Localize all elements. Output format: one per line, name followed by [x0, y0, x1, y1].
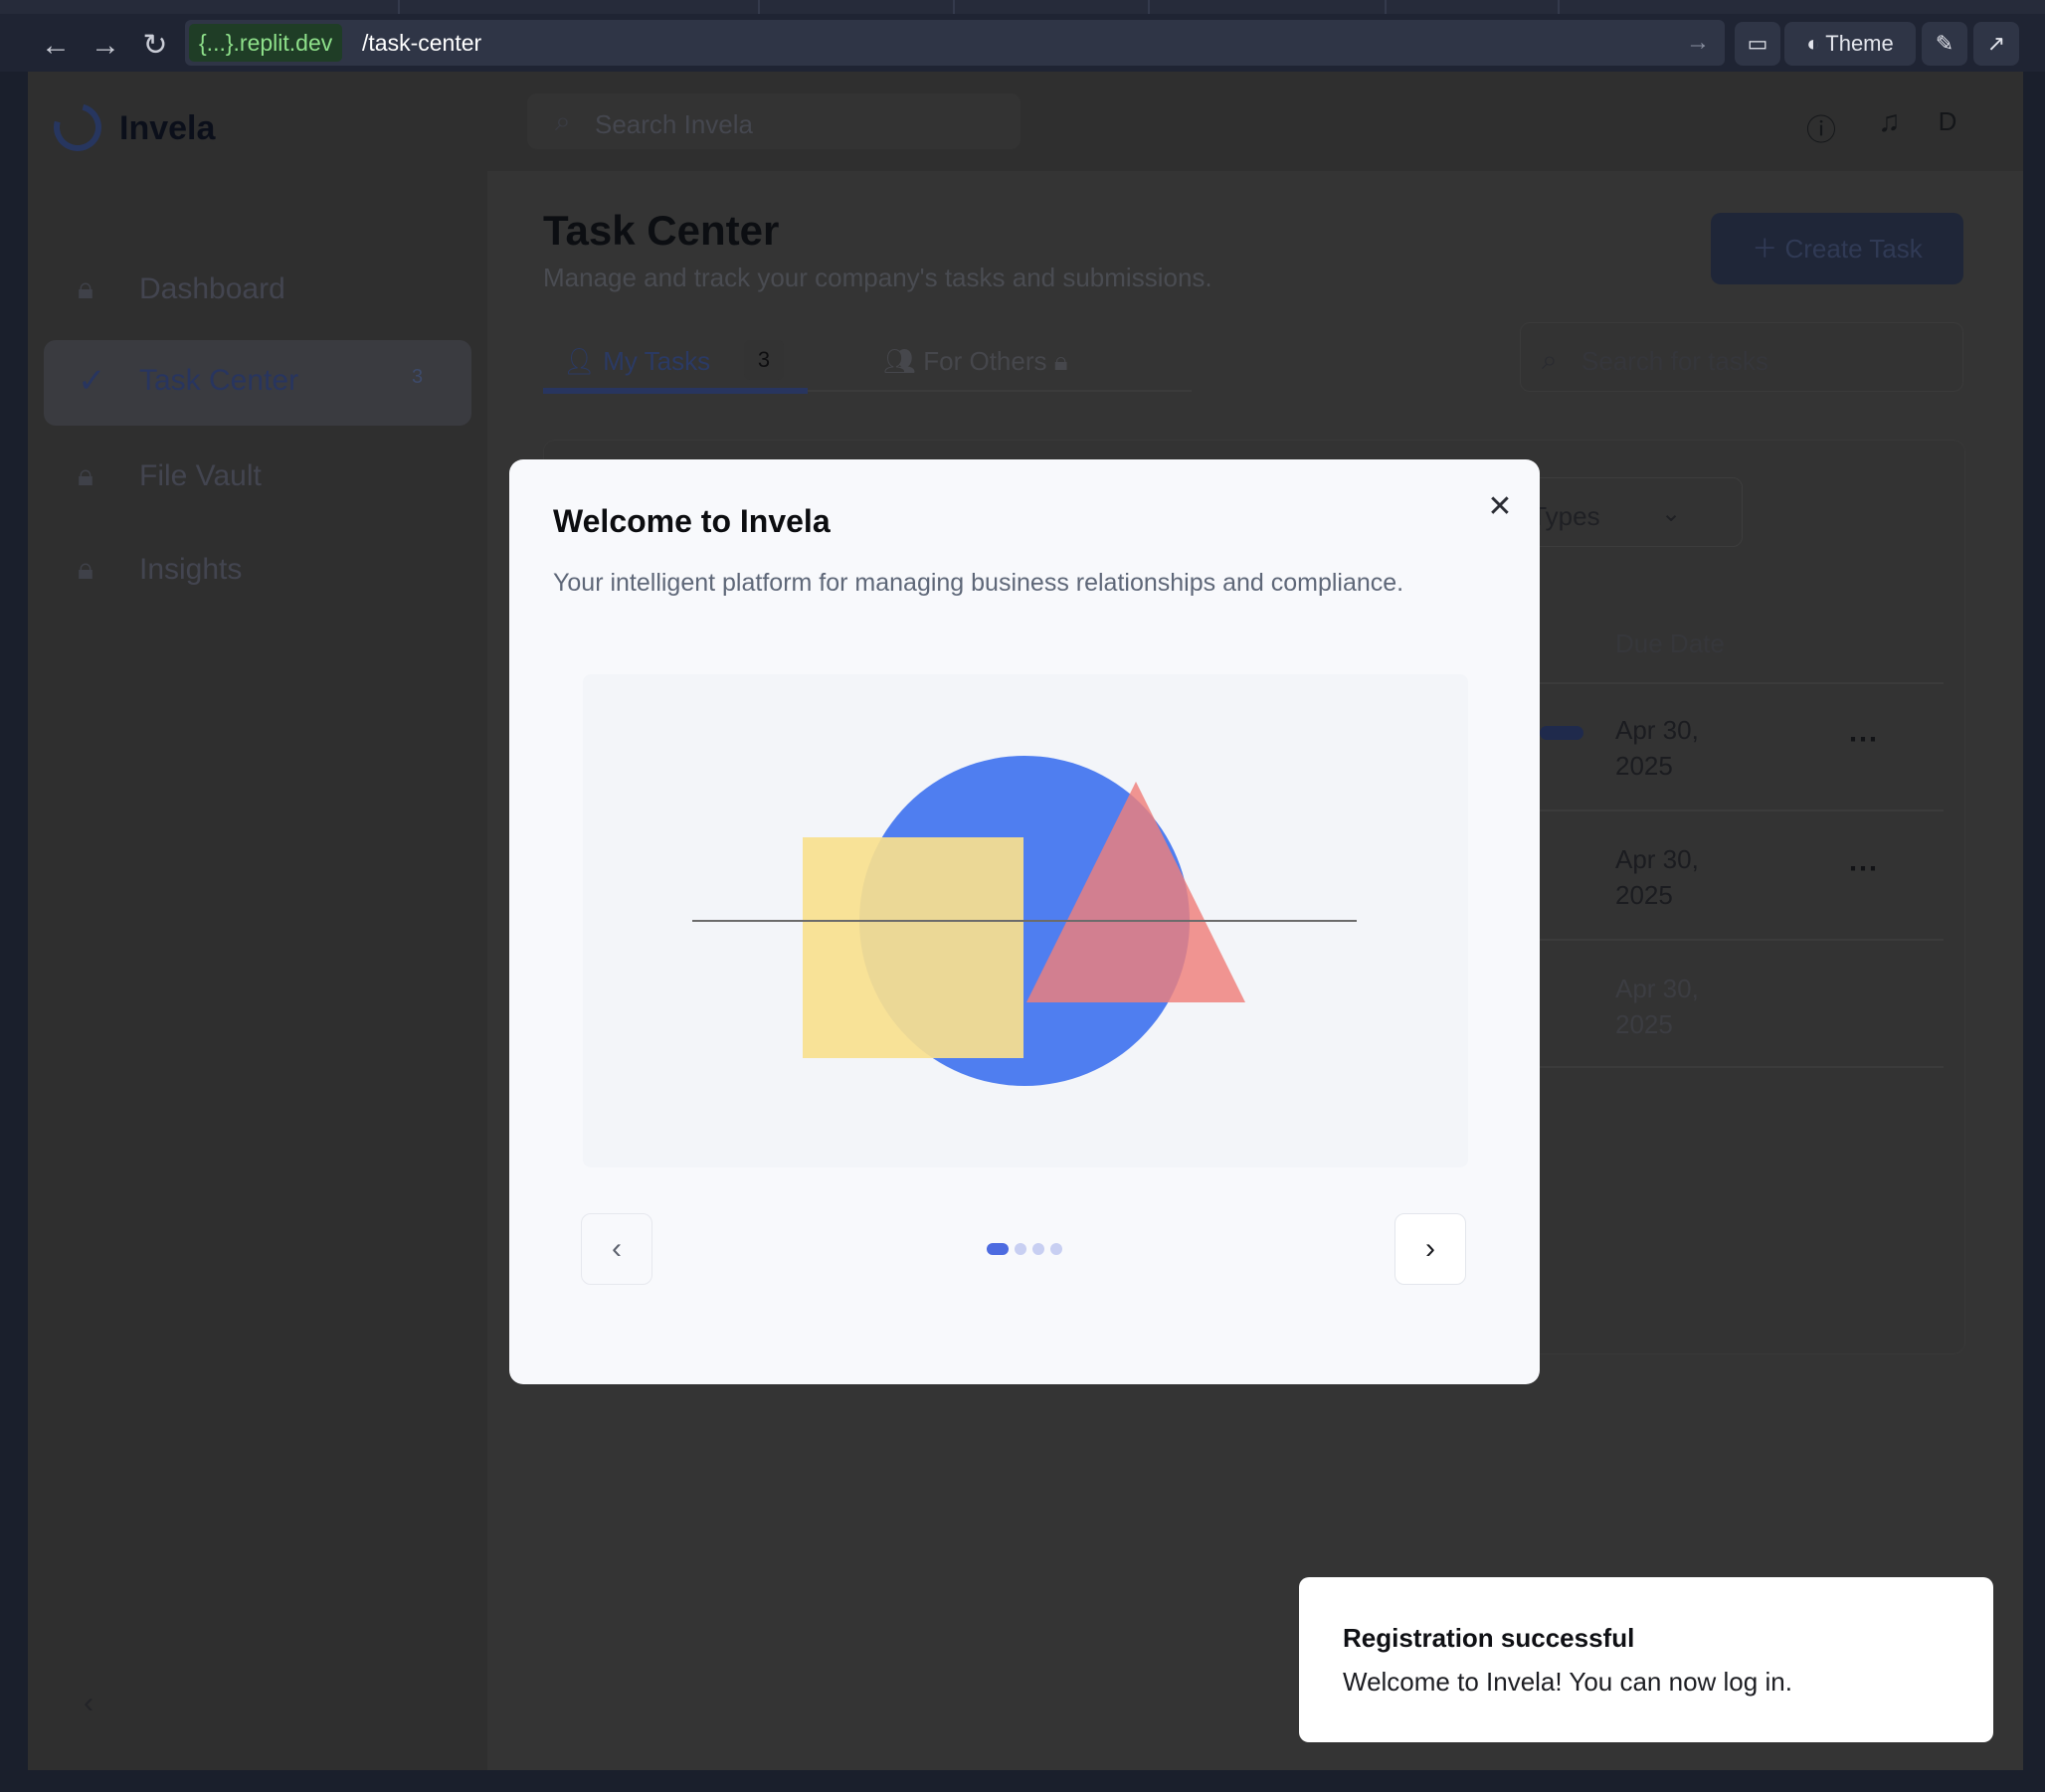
- row-actions-ellipsis-icon[interactable]: ⋯: [1848, 851, 1878, 886]
- page-subtitle: Manage and track your company's tasks an…: [543, 263, 1212, 292]
- search-icon: ⌕: [1542, 344, 1558, 375]
- lock-icon: 🔒︎: [78, 459, 93, 492]
- page-title: Task Center: [543, 207, 780, 254]
- chevron-right-icon: ›: [1425, 1232, 1435, 1265]
- tab-separator: [1558, 0, 1560, 14]
- tab-separator: [953, 0, 955, 14]
- back-arrow-icon[interactable]: ←: [34, 24, 78, 68]
- palette-icon: ◐: [1806, 31, 1820, 56]
- user-icon: 👤︎: [563, 346, 597, 376]
- help-icon[interactable]: ⓘ: [1806, 105, 1836, 149]
- plus-icon: ＋: [1752, 234, 1785, 264]
- forward-arrow-icon[interactable]: →: [84, 24, 127, 68]
- reload-icon[interactable]: ↻: [133, 24, 177, 68]
- tab-label: For Others: [923, 346, 1047, 376]
- go-arrow-icon[interactable]: →: [1686, 24, 1710, 62]
- chevron-left-icon: ‹: [612, 1232, 622, 1265]
- window-edge: [2023, 72, 2045, 1792]
- status-badge: [1540, 726, 1583, 740]
- chevron-down-icon: ⌄: [1661, 500, 1682, 527]
- carousel-next-button[interactable]: ›: [1394, 1213, 1466, 1285]
- tab-for-others[interactable]: 👥︎ For Others 🔒︎: [883, 330, 1068, 392]
- sidebar-item-label: Dashboard: [139, 272, 285, 305]
- lock-icon: 🔒︎: [78, 553, 93, 586]
- theme-label: Theme: [1825, 31, 1894, 56]
- bell-icon[interactable]: ♫: [1878, 105, 1901, 139]
- carousel-dot-active[interactable]: [987, 1243, 1009, 1255]
- welcome-illustration: [692, 756, 1357, 1086]
- sidebar-item-task-center[interactable]: ✓ Task Center 3: [44, 340, 471, 426]
- lock-icon: 🔒︎: [1053, 346, 1068, 376]
- modal-title: Welcome to Invela: [553, 503, 831, 539]
- tab-label: My Tasks: [603, 346, 711, 376]
- row-actions-ellipsis-icon[interactable]: ⋯: [1848, 722, 1878, 757]
- tab-separator: [758, 0, 760, 14]
- sidebar-item-label: Insights: [139, 553, 243, 586]
- modal-subtitle: Your intelligent platform for managing b…: [553, 569, 1404, 597]
- sidebar-count-badge: 3: [412, 366, 424, 388]
- theme-button[interactable]: ◐ Theme: [1784, 22, 1916, 66]
- tab-count-badge: 3: [744, 340, 784, 380]
- create-task-button[interactable]: ＋ Create Task: [1711, 213, 1963, 284]
- carousel-dot[interactable]: [1032, 1243, 1044, 1255]
- table-row-due-date: Apr 30, 2025: [1615, 844, 1699, 910]
- global-search-placeholder: Search Invela: [595, 109, 753, 139]
- sidebar-item-dashboard[interactable]: 🔒︎ Dashboard: [44, 247, 471, 332]
- toast-title: Registration successful: [1343, 1623, 1635, 1653]
- active-tab-indicator: [543, 388, 808, 394]
- sidebar-item-label: Task Center: [139, 364, 299, 397]
- sidebar-item-label: File Vault: [139, 459, 262, 492]
- toast-notification: [1299, 1577, 1993, 1742]
- create-task-label: Create Task: [1784, 234, 1923, 264]
- toast-message: Welcome to Invela! You can now log in.: [1343, 1667, 1792, 1697]
- users-icon: 👥︎: [883, 346, 917, 376]
- sidebar-item-insights[interactable]: 🔒︎ Insights: [44, 527, 471, 613]
- sidebar-item-file-vault[interactable]: 🔒︎ File Vault: [44, 434, 471, 519]
- url-domain: {...}.replit.dev: [189, 24, 343, 62]
- devices-icon[interactable]: ▭: [1735, 22, 1780, 66]
- column-header-due-date[interactable]: Due Date: [1615, 628, 1725, 659]
- task-search-placeholder: Search for tasks: [1581, 346, 1768, 376]
- tab-separator: [1148, 0, 1150, 14]
- carousel-prev-button[interactable]: ‹: [581, 1213, 652, 1285]
- table-row-due-date: Apr 30, 2025: [1615, 974, 1699, 1039]
- collapse-sidebar-chevron-icon[interactable]: ‹: [84, 1687, 93, 1720]
- check-circle-icon: ✓: [78, 362, 106, 400]
- search-icon: ⌕: [555, 105, 571, 136]
- carousel-dot[interactable]: [1050, 1243, 1062, 1255]
- tab-separator: [398, 0, 400, 14]
- lock-icon: 🔒︎: [78, 272, 93, 305]
- external-link-icon[interactable]: ↗: [1973, 22, 2019, 66]
- close-icon[interactable]: ✕: [1480, 487, 1520, 527]
- table-row-due-date: Apr 30, 2025: [1615, 715, 1699, 781]
- tab-separator: [1385, 0, 1387, 14]
- carousel-dot[interactable]: [1015, 1243, 1026, 1255]
- window-edge: [0, 1770, 2045, 1792]
- wrench-icon[interactable]: ✎: [1922, 22, 1967, 66]
- avatar[interactable]: D: [1924, 97, 1971, 145]
- browser-tab-strip: [0, 0, 2045, 14]
- url-path: /task-center: [362, 30, 482, 56]
- brand-name: Invela: [119, 109, 216, 147]
